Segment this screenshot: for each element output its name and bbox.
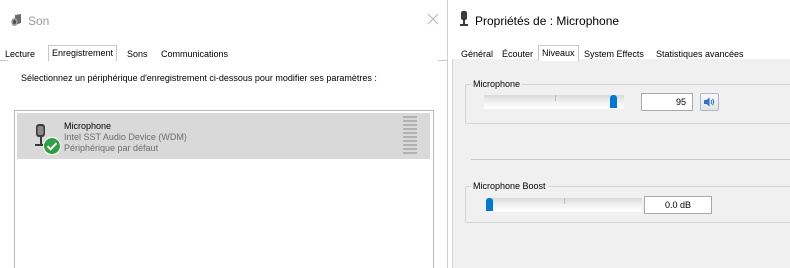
microphone-volume-slider[interactable] (484, 95, 624, 109)
microphone-boost-slider[interactable] (486, 198, 642, 212)
section-divider (471, 159, 790, 160)
instruction-text: Sélectionnez un périphérique d'enregistr… (21, 73, 377, 83)
device-list[interactable]: Microphone Intel SST Audio Device (WDM) … (14, 110, 434, 268)
tab-niveaux[interactable]: Niveaux (538, 45, 579, 61)
properties-title: Propriétés de : Microphone (475, 14, 620, 28)
microphone-label: Microphone (471, 79, 523, 89)
device-driver: Intel SST Audio Device (WDM) (64, 132, 187, 142)
sound-app-icon (10, 13, 24, 27)
sound-tabstrip: Lecture Enregistrement Sons Communicatio… (0, 45, 447, 61)
microphone-level-value[interactable]: 95 (641, 93, 693, 111)
speaker-icon (704, 97, 715, 107)
sound-window: Son Lecture Enregistrement Sons Communic… (0, 0, 447, 268)
default-check-icon (43, 137, 61, 155)
window-title: Son (28, 14, 50, 28)
recording-panel: Sélectionnez un périphérique d'enregistr… (8, 59, 438, 268)
device-status: Périphérique par défaut (64, 143, 159, 153)
microphone-boost-value[interactable]: 0.0 dB (644, 196, 712, 214)
sound-titlebar: Son (0, 0, 447, 42)
device-name: Microphone (64, 121, 112, 131)
microphone-group: Microphone 95 (465, 79, 790, 124)
levels-panel: Microphone 95 Microphone Boost 0.0 dB (452, 59, 790, 268)
close-icon[interactable] (427, 13, 439, 25)
tab-enregistrement[interactable]: Enregistrement (48, 45, 118, 61)
device-row-microphone[interactable]: Microphone Intel SST Audio Device (WDM) … (17, 113, 430, 159)
microphone-slider-thumb[interactable] (610, 95, 618, 108)
properties-window: Propriétés de : Microphone Général Écout… (447, 0, 790, 268)
properties-titlebar: Propriétés de : Microphone (448, 0, 790, 42)
properties-tabstrip: Général Écouter Niveaux System Effects S… (448, 45, 790, 61)
microphone-boost-slider-thumb[interactable] (486, 198, 493, 211)
microphone-title-icon (459, 11, 469, 27)
microphone-boost-group: Microphone Boost 0.0 dB (465, 181, 790, 223)
microphone-boost-label: Microphone Boost (471, 181, 548, 191)
mute-button[interactable] (700, 93, 719, 111)
slider-tick (555, 95, 556, 101)
slider-tick (564, 198, 565, 204)
level-meter (403, 116, 417, 156)
